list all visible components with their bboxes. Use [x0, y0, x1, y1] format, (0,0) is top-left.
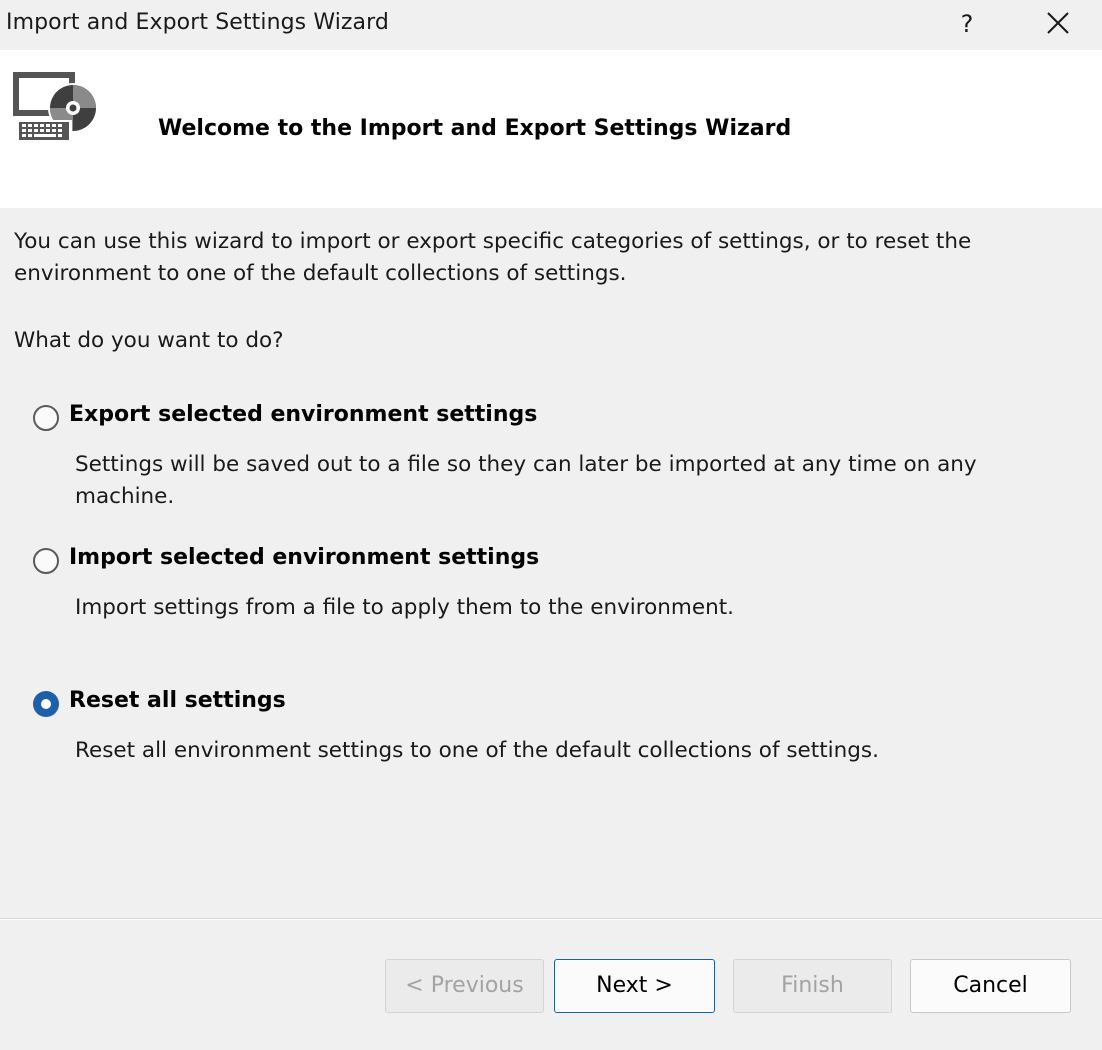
import-radio[interactable]: [33, 548, 59, 574]
export-radio[interactable]: [33, 405, 59, 431]
previous-button[interactable]: < Previous: [385, 959, 544, 1013]
next-button[interactable]: Next >: [554, 959, 715, 1013]
wizard-content: You can use this wizard to import or exp…: [0, 208, 1102, 918]
help-button[interactable]: ?: [952, 4, 982, 44]
title-bar: Import and Export Settings Wizard ?: [0, 0, 1102, 50]
window-title: Import and Export Settings Wizard: [6, 10, 389, 35]
import-label[interactable]: Import selected environment settings: [69, 545, 539, 570]
finish-button[interactable]: Finish: [733, 959, 892, 1013]
export-description: Settings will be saved out to a file so …: [75, 452, 977, 509]
import-description: Import settings from a file to apply the…: [75, 595, 734, 620]
wizard-heading: Welcome to the Import and Export Setting…: [158, 116, 792, 141]
wizard-footer: < Previous Next > Finish Cancel: [0, 920, 1102, 1050]
close-button[interactable]: [1040, 7, 1076, 43]
question-text: What do you want to do?: [14, 328, 284, 353]
wizard-header: Welcome to the Import and Export Setting…: [0, 50, 1102, 208]
cancel-button[interactable]: Cancel: [910, 959, 1071, 1013]
reset-description: Reset all environment settings to one of…: [75, 738, 879, 763]
reset-radio[interactable]: [33, 691, 59, 717]
settings-wizard-icon: [13, 72, 98, 142]
intro-text: You can use this wizard to import or exp…: [14, 229, 972, 286]
reset-label[interactable]: Reset all settings: [69, 688, 286, 713]
export-label[interactable]: Export selected environment settings: [69, 402, 537, 427]
close-icon: [1047, 12, 1069, 34]
